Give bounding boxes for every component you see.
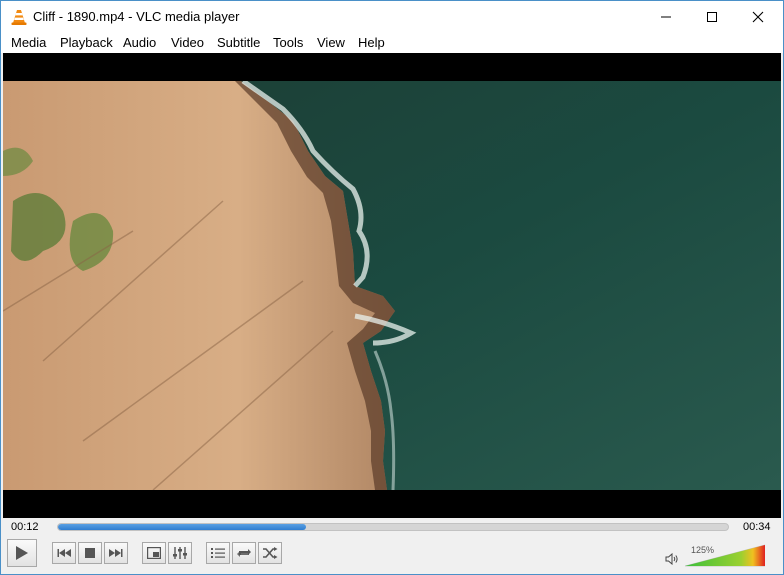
- total-time: 00:34: [743, 521, 771, 533]
- menu-playback[interactable]: Playback: [60, 35, 113, 50]
- menu-help[interactable]: Help: [358, 35, 385, 50]
- control-bar: 125%: [1, 538, 783, 574]
- volume-slider[interactable]: [685, 543, 765, 567]
- previous-button[interactable]: [52, 542, 76, 564]
- minimize-icon: [661, 16, 671, 18]
- minimize-button[interactable]: [643, 1, 689, 33]
- close-button[interactable]: [735, 1, 781, 33]
- stop-icon: [85, 548, 95, 558]
- title-bar[interactable]: Cliff - 1890.mp4 - VLC media player: [1, 1, 783, 33]
- shuffle-icon: [263, 547, 278, 559]
- video-frame: [3, 81, 781, 490]
- elapsed-time: 00:12: [11, 521, 39, 533]
- seek-row: 00:12 00:34: [1, 518, 783, 538]
- play-icon: [16, 546, 28, 560]
- vlc-window: Cliff - 1890.mp4 - VLC media player Medi…: [0, 0, 784, 575]
- menu-subtitle[interactable]: Subtitle: [217, 35, 260, 50]
- fullscreen-button[interactable]: [142, 542, 166, 564]
- vlc-cone-icon: [11, 10, 27, 25]
- loop-button[interactable]: [232, 542, 256, 564]
- extended-settings-icon: [173, 547, 187, 559]
- next-button[interactable]: [104, 542, 128, 564]
- window-title: Cliff - 1890.mp4 - VLC media player: [33, 9, 240, 24]
- maximize-button[interactable]: [689, 1, 735, 33]
- extended-settings-button[interactable]: [168, 542, 192, 564]
- playlist-icon: [211, 548, 225, 558]
- menu-media[interactable]: Media: [11, 35, 46, 50]
- menu-bar: Media Playback Audio Video Subtitle Tool…: [1, 33, 783, 53]
- maximize-icon: [707, 12, 717, 22]
- stop-button[interactable]: [78, 542, 102, 564]
- speaker-icon[interactable]: [665, 553, 679, 565]
- seek-bar[interactable]: [57, 523, 729, 531]
- menu-tools[interactable]: Tools: [273, 35, 303, 50]
- close-icon: [752, 11, 764, 23]
- fullscreen-icon: [147, 547, 161, 559]
- next-icon: [109, 549, 123, 557]
- menu-view[interactable]: View: [317, 35, 345, 50]
- shuffle-button[interactable]: [258, 542, 282, 564]
- video-area[interactable]: [3, 53, 781, 518]
- play-button[interactable]: [7, 539, 37, 567]
- seek-bar-fill: [58, 524, 306, 530]
- menu-video[interactable]: Video: [171, 35, 204, 50]
- previous-icon: [57, 549, 71, 557]
- playlist-button[interactable]: [206, 542, 230, 564]
- menu-audio[interactable]: Audio: [123, 35, 156, 50]
- loop-icon: [237, 549, 251, 557]
